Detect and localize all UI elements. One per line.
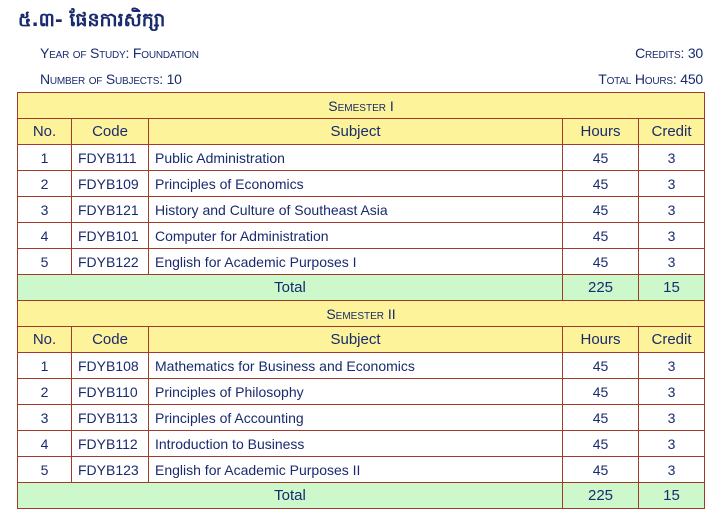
cell-hours: 45 bbox=[562, 248, 639, 275]
total-label: Total bbox=[17, 274, 563, 301]
cell-no: 3 bbox=[17, 196, 72, 223]
semester-title: Semester II bbox=[16, 300, 706, 327]
study-plan-table: Semester I No. Code Subject Hours Credit 1 FDYB… bbox=[16, 92, 706, 509]
table-row: 3 FDYB113 Principles of Accounting 45 3 bbox=[17, 404, 706, 431]
section-heading: ៥.៣- ផែនការសិក្សា bbox=[18, 9, 166, 31]
column-header-hours: Hours bbox=[562, 118, 639, 145]
cell-hours: 45 bbox=[562, 222, 639, 249]
cell-code: FDYB101 bbox=[71, 222, 149, 249]
cell-no: 5 bbox=[17, 456, 72, 483]
cell-subject: History and Culture of Southeast Asia bbox=[148, 196, 563, 223]
cell-code: FDYB113 bbox=[71, 404, 149, 431]
column-header-row: No. Code Subject Hours Credit bbox=[17, 118, 706, 145]
cell-hours: 45 bbox=[562, 430, 639, 457]
cell-code: FDYB110 bbox=[71, 378, 149, 405]
table-row: 5 FDYB123 English for Academic Purposes II… bbox=[17, 456, 706, 483]
cell-hours: 45 bbox=[562, 352, 639, 379]
column-header-hours: Hours bbox=[562, 326, 639, 353]
cell-hours: 45 bbox=[562, 170, 639, 197]
table-row: 4 FDYB112 Introduction to Business 45 3 bbox=[17, 430, 706, 457]
cell-hours: 45 bbox=[562, 196, 639, 223]
table-row: 4 FDYB101 Computer for Administration 45 3 bbox=[17, 222, 706, 249]
number-of-subjects: Number of Subjects: 10 bbox=[40, 71, 182, 87]
table-row: 3 FDYB121 History and Culture of Southeast… bbox=[17, 196, 706, 223]
cell-credit: 3 bbox=[637, 222, 706, 249]
cell-code: FDYB112 bbox=[71, 430, 149, 457]
table-row: 2 FDYB109 Principles of Economics 45 3 bbox=[17, 170, 706, 197]
year-of-study: Year of Study: Foundation bbox=[40, 45, 199, 61]
cell-credit: 3 bbox=[637, 456, 706, 483]
cell-hours: 45 bbox=[562, 378, 639, 405]
total-credit: 15 bbox=[637, 274, 706, 301]
cell-credit: 3 bbox=[637, 196, 706, 223]
cell-credit: 3 bbox=[637, 170, 706, 197]
table-row: 2 FDYB110 Principles of Philosophy 45 3 bbox=[17, 378, 706, 405]
column-header-code: Code bbox=[71, 118, 149, 145]
cell-no: 3 bbox=[17, 404, 72, 431]
total-label: Total bbox=[17, 482, 563, 509]
cell-code: FDYB108 bbox=[71, 352, 149, 379]
cell-credit: 3 bbox=[637, 430, 706, 457]
cell-credit: 3 bbox=[637, 248, 706, 275]
column-header-credit: Credit bbox=[637, 326, 706, 353]
cell-subject: Computer for Administration bbox=[148, 222, 563, 249]
column-header-subject: Subject bbox=[148, 118, 563, 145]
cell-no: 1 bbox=[17, 352, 72, 379]
cell-subject: Public Administration bbox=[148, 144, 563, 171]
semester-title-row: Semester II bbox=[16, 300, 706, 327]
semester-title-row: Semester I bbox=[16, 92, 706, 119]
cell-no: 4 bbox=[17, 430, 72, 457]
cell-subject: Introduction to Business bbox=[148, 430, 563, 457]
total-row: Total 225 15 bbox=[17, 274, 706, 301]
table-row: 1 FDYB108 Mathematics for Business and Eco… bbox=[17, 352, 706, 379]
cell-code: FDYB121 bbox=[71, 196, 149, 223]
cell-no: 2 bbox=[17, 170, 72, 197]
cell-subject: Principles of Economics bbox=[148, 170, 563, 197]
total-credit: 15 bbox=[637, 482, 706, 509]
cell-code: FDYB123 bbox=[71, 456, 149, 483]
total-hours-summary: Total Hours: 450 bbox=[598, 71, 703, 87]
cell-hours: 45 bbox=[562, 456, 639, 483]
column-header-row: No. Code Subject Hours Credit bbox=[17, 326, 706, 353]
column-header-no: No. bbox=[17, 118, 72, 145]
total-hours: 225 bbox=[562, 482, 639, 509]
semester-title: Semester I bbox=[16, 92, 706, 119]
column-header-subject: Subject bbox=[148, 326, 563, 353]
total-row: Total 225 15 bbox=[17, 482, 706, 509]
cell-subject: Principles of Philosophy bbox=[148, 378, 563, 405]
cell-no: 2 bbox=[17, 378, 72, 405]
cell-subject: Mathematics for Business and Economics bbox=[148, 352, 563, 379]
cell-hours: 45 bbox=[562, 144, 639, 171]
cell-no: 5 bbox=[17, 248, 72, 275]
cell-code: FDYB122 bbox=[71, 248, 149, 275]
credits-summary: Credits: 30 bbox=[635, 45, 703, 61]
cell-code: FDYB111 bbox=[71, 144, 149, 171]
cell-hours: 45 bbox=[562, 404, 639, 431]
cell-subject: English for Academic Purposes II bbox=[148, 456, 563, 483]
cell-credit: 3 bbox=[637, 352, 706, 379]
table-row: 5 FDYB122 English for Academic Purposes I4… bbox=[17, 248, 706, 275]
cell-no: 4 bbox=[17, 222, 72, 249]
total-hours: 225 bbox=[562, 274, 639, 301]
cell-no: 1 bbox=[17, 144, 72, 171]
table-row: 1 FDYB111 Public Administration 45 3 bbox=[17, 144, 706, 171]
cell-code: FDYB109 bbox=[71, 170, 149, 197]
cell-subject: Principles of Accounting bbox=[148, 404, 563, 431]
cell-credit: 3 bbox=[637, 144, 706, 171]
column-header-code: Code bbox=[71, 326, 149, 353]
column-header-credit: Credit bbox=[637, 118, 706, 145]
cell-subject: English for Academic Purposes I bbox=[148, 248, 563, 275]
cell-credit: 3 bbox=[637, 378, 706, 405]
column-header-no: No. bbox=[17, 326, 72, 353]
cell-credit: 3 bbox=[637, 404, 706, 431]
